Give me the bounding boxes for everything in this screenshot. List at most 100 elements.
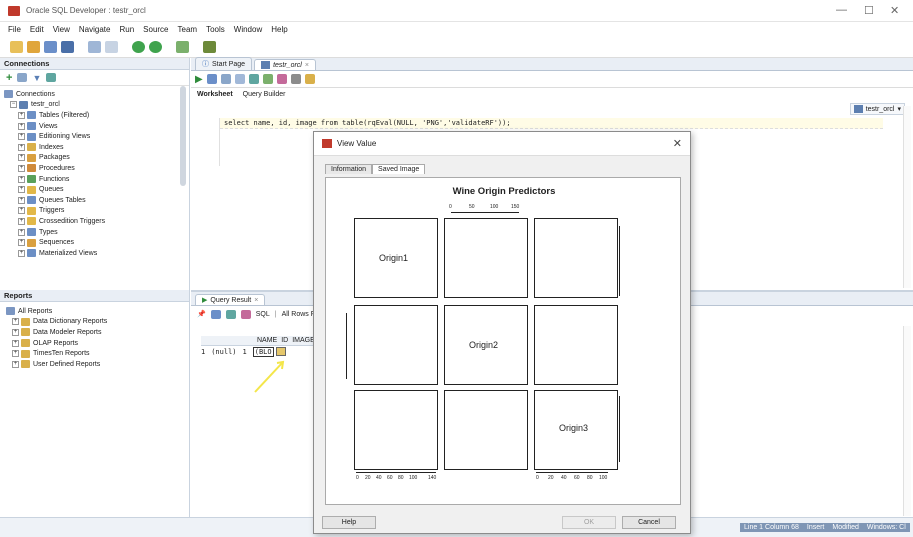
history-icon[interactable] [290,74,301,84]
tree-item[interactable]: + Procedures [4,163,189,174]
export-icon[interactable] [225,309,236,319]
expand-icon[interactable]: + [18,111,25,119]
expand-icon[interactable]: + [18,196,25,204]
report-item[interactable]: + Data Dictionary Reports [6,317,189,328]
edit-pencil-icon[interactable] [275,347,286,356]
tree-item[interactable]: + Views [4,121,189,132]
rollback-icon[interactable] [234,74,245,84]
menu-help[interactable]: Help [271,25,287,34]
expand-icon[interactable]: + [18,133,25,141]
expand-icon[interactable]: + [12,328,19,336]
menu-team[interactable]: Team [178,25,198,34]
refresh-icon[interactable] [210,309,221,319]
cell-id[interactable]: 1 [243,348,247,356]
tree-root[interactable]: Connections [4,89,189,100]
menu-file[interactable]: File [8,25,21,34]
col-name[interactable]: NAME [257,337,277,344]
save-all-icon[interactable] [61,40,74,53]
editor-scrollbar[interactable] [903,106,911,288]
cancel-button[interactable]: Cancel [622,516,676,529]
cell-name[interactable]: (null) [211,348,236,356]
report-item[interactable]: All Reports [6,306,189,317]
menu-view[interactable]: View [53,25,70,34]
add-connection-icon[interactable]: + [6,72,12,84]
report-item[interactable]: + TimesTen Reports [6,348,189,359]
tree-item[interactable]: + Indexes [4,142,189,153]
debug-icon[interactable] [203,40,216,53]
close-icon[interactable]: ✕ [890,4,899,17]
explain-plan-icon[interactable] [248,74,259,84]
dialog-close-icon[interactable]: ✕ [673,137,682,150]
expand-icon[interactable]: + [18,228,25,236]
subtab-query-builder[interactable]: Query Builder [243,91,286,98]
open-icon[interactable] [27,40,40,53]
expand-icon[interactable]: + [18,122,25,130]
results-scrollbar[interactable] [903,326,911,516]
menu-source[interactable]: Source [143,25,168,34]
col-id[interactable]: ID [281,337,288,344]
tree-item[interactable]: + Packages [4,153,189,164]
report-item[interactable]: + Data Modeler Reports [6,327,189,338]
tree-item[interactable]: + Types [4,227,189,238]
expand-icon[interactable]: + [18,249,25,257]
ok-button[interactable]: OK [562,516,616,529]
autotrace-icon[interactable] [262,74,273,84]
tree-item[interactable]: + Tables (Filtered) [4,110,189,121]
expand-icon[interactable]: + [18,143,25,151]
expand-icon[interactable]: + [12,318,19,326]
expand-icon[interactable]: + [18,217,25,225]
format-icon[interactable] [304,74,315,84]
expand-icon[interactable]: + [12,339,19,347]
back-icon[interactable] [132,40,145,53]
col-image[interactable]: IMAGE [292,337,315,344]
new-icon[interactable] [10,40,23,53]
minimize-icon[interactable]: — [836,4,847,16]
report-item[interactable]: + OLAP Reports [6,338,189,349]
expand-icon[interactable]: + [18,239,25,247]
cell-image[interactable]: (BLO [252,346,274,357]
collapse-icon[interactable]: − [10,101,17,109]
menu-navigate[interactable]: Navigate [79,25,111,34]
schema-icon[interactable] [46,73,57,82]
menu-edit[interactable]: Edit [30,25,44,34]
help-button[interactable]: Help [322,516,376,529]
tab-information[interactable]: Information [325,164,373,174]
tab-saved-image[interactable]: Saved Image [372,164,426,174]
tree-item[interactable]: + Sequences [4,237,189,248]
pin-icon[interactable]: 📌 [197,310,206,318]
sql-button[interactable]: SQL [256,311,270,318]
run-statement-icon[interactable]: ▶ [195,74,203,85]
tab-query-result[interactable]: ▶ Query Result × [195,294,266,305]
tree-item[interactable]: + Triggers [4,206,189,217]
save-icon[interactable] [44,40,57,53]
expand-icon[interactable]: + [18,207,25,215]
tree-item[interactable]: + Functions [4,174,189,185]
run-icon[interactable] [176,40,189,53]
connections-scrollbar[interactable] [180,86,186,186]
expand-icon[interactable]: + [18,175,25,183]
clear-icon[interactable] [276,74,287,84]
tree-item[interactable]: + Crossedition Triggers [4,216,189,227]
maximize-icon[interactable]: ☐ [864,4,874,17]
tab-start-page[interactable]: ⓘ Start Page [195,57,253,70]
sql-line[interactable]: select name, id, image from table(rqEval… [220,118,883,129]
tab-worksheet-connection[interactable]: testr_orcl × [254,59,316,70]
freeze-icon[interactable] [240,309,251,319]
filter-icon[interactable]: ▼ [32,73,41,83]
expand-icon[interactable]: + [12,360,19,368]
tree-item[interactable]: + Editioning Views [4,131,189,142]
menu-run[interactable]: Run [119,25,134,34]
report-item[interactable]: + User Defined Reports [6,359,189,370]
redo-icon[interactable] [105,40,118,53]
expand-icon[interactable]: + [18,154,25,162]
close-tab-icon[interactable]: × [305,62,309,69]
expand-icon[interactable]: + [12,350,19,358]
subtab-worksheet[interactable]: Worksheet [197,91,233,98]
menu-tools[interactable]: Tools [206,25,225,34]
tree-item[interactable]: + Queues Tables [4,195,189,206]
tree-item[interactable]: + Materialized Views [4,248,189,259]
tree-connection[interactable]: − testr_orcl [4,100,189,111]
tree-item[interactable]: + Queues [4,184,189,195]
expand-icon[interactable]: + [18,186,25,194]
refresh-icon[interactable] [17,73,28,82]
